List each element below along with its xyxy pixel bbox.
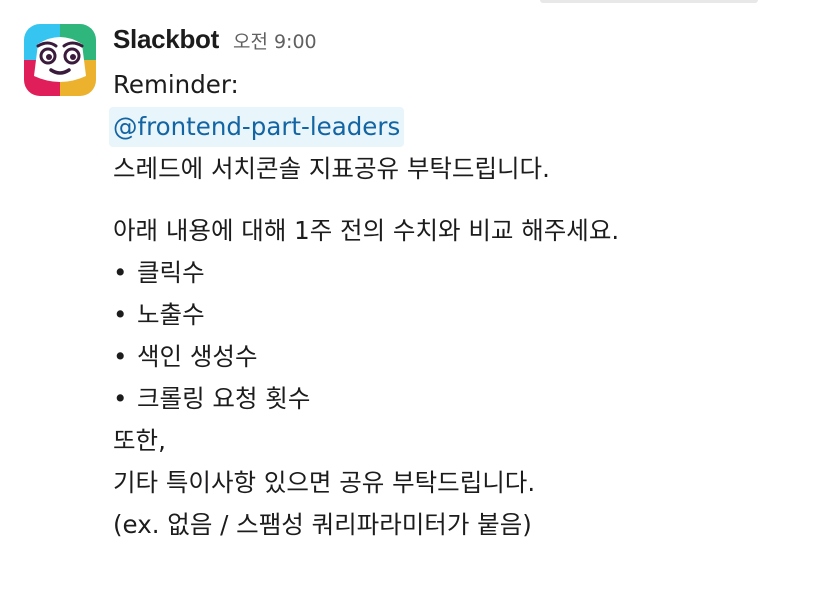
list-item-text: 크롤링 요청 횟수 <box>137 384 311 413</box>
list-item-text: 색인 생성수 <box>137 342 258 371</box>
list-item: • 클릭수 <box>113 252 828 294</box>
reminder-label: Reminder: <box>113 70 239 99</box>
closing-line: (ex. 없음 / 스팸성 쿼리파라미터가 붙음) <box>113 510 532 539</box>
message-header: Slackbot 오전 9:00 <box>113 24 828 64</box>
bullet-icon: • <box>113 384 128 413</box>
request-line: 스레드에 서치콘솔 지표공유 부탁드립니다. <box>113 154 550 183</box>
list-item-text: 노출수 <box>137 300 205 329</box>
mention-line: @frontend-part-leaders <box>109 106 828 148</box>
list-item-text: 클릭수 <box>137 258 205 287</box>
list-item: • 노출수 <box>113 294 828 336</box>
user-group-mention[interactable]: @frontend-part-leaders <box>109 107 405 147</box>
bullet-icon: • <box>113 300 128 329</box>
list-item: • 색인 생성수 <box>113 336 828 378</box>
intro-line: 아래 내용에 대해 1주 전의 수치와 비교 해주세요. <box>113 216 620 245</box>
closing-line: 기타 특이사항 있으면 공유 부탁드립니다. <box>113 468 536 497</box>
sender-name[interactable]: Slackbot <box>113 24 219 55</box>
closing-line: 또한, <box>113 426 166 455</box>
list-item: • 크롤링 요청 횟수 <box>113 378 828 420</box>
message-content: Slackbot 오전 9:00 Reminder: @frontend-par… <box>109 24 828 546</box>
message-timestamp[interactable]: 오전 9:00 <box>233 27 317 54</box>
bullet-icon: • <box>113 342 128 371</box>
bullet-icon: • <box>113 258 128 287</box>
top-divider <box>540 0 758 3</box>
slackbot-face-icon <box>24 24 96 96</box>
message-body: Reminder: @frontend-part-leaders 스레드에 서치… <box>109 64 828 546</box>
slackbot-avatar[interactable] <box>24 24 96 96</box>
